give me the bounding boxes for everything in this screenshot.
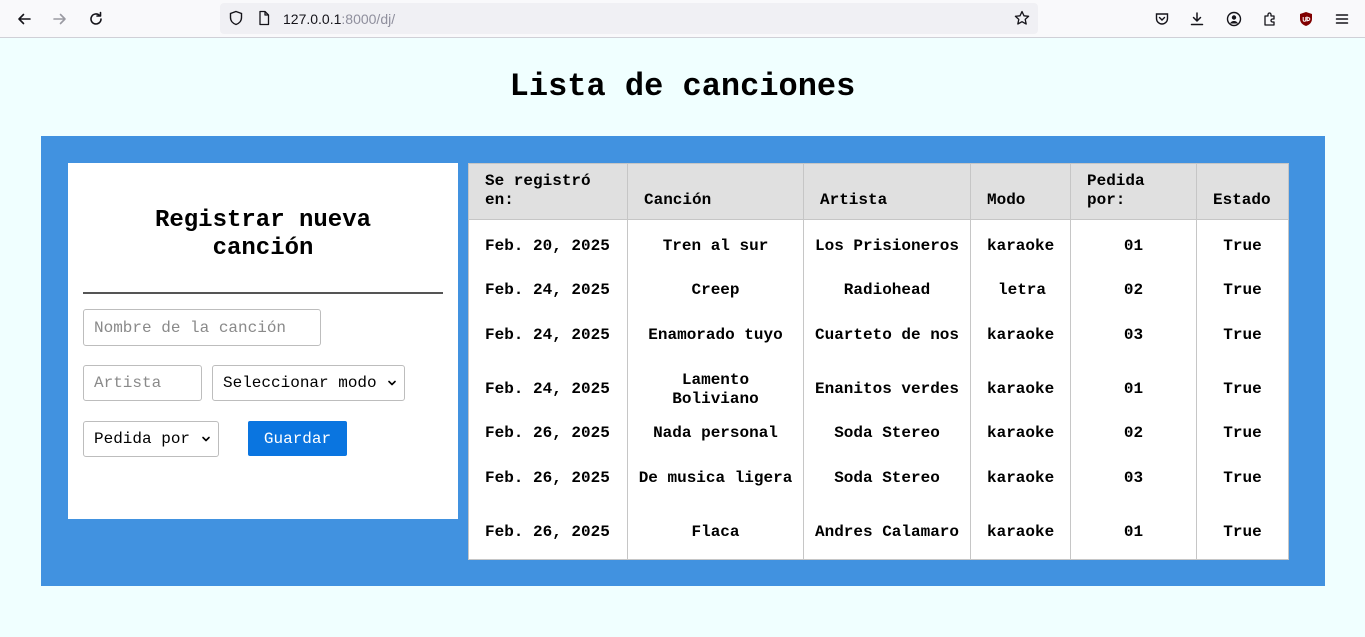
songs-table: Se registró en: Canción Artista Modo Ped… [468,163,1289,560]
page-icon[interactable] [256,10,272,26]
cell-song: Lamento Boliviano [627,362,804,417]
songs-table-wrapper: Se registró en: Canción Artista Modo Ped… [468,163,1289,560]
cell-requested-by: 02 [1070,416,1197,451]
cell-song: Tren al sur [627,219,804,273]
pocket-icon[interactable] [1148,5,1176,33]
requested-by-select-value: Pedida por [94,430,191,448]
cell-status: True [1196,416,1289,451]
cell-mode: letra [970,272,1071,308]
account-icon[interactable] [1220,5,1248,33]
cell-requested-by: 01 [1070,505,1197,560]
song-name-input[interactable] [83,309,321,346]
url-path: :8000/dj/ [341,11,396,27]
form-title-text: Registrar nueva canción [154,207,372,262]
url-host: 127.0.0.1 [283,11,342,27]
cell-mode: karaoke [970,219,1071,273]
requested-by-select[interactable]: Pedida por [83,421,219,457]
mode-select[interactable]: Seleccionar modo [212,365,405,401]
column-header-song: Canción [627,163,804,220]
forward-icon[interactable] [46,5,74,33]
page-title: Lista de canciones [509,68,856,105]
chevron-down-icon [388,380,396,386]
cell-date: Feb. 24, 2025 [468,362,628,417]
address-bar[interactable]: 127.0.0.1:8000/dj/ [220,3,1038,34]
cell-status: True [1196,219,1289,273]
column-header-requested-by: Pedida por: [1070,163,1197,220]
cell-date: Feb. 26, 2025 [468,416,628,451]
table-row: Feb. 26, 2025 Flaca Andres Calamaro kara… [468,505,1289,560]
cell-mode: karaoke [970,362,1071,417]
reload-icon[interactable] [82,5,110,33]
browser-toolbar: 127.0.0.1:8000/dj/ [0,0,1365,38]
cell-requested-by: 03 [1070,450,1197,506]
cell-status: True [1196,272,1289,308]
cell-artist: Radiohead [803,272,971,308]
cell-date: Feb. 20, 2025 [468,219,628,273]
bookmark-star-icon[interactable] [1014,10,1030,26]
cell-requested-by: 01 [1070,362,1197,417]
save-button[interactable]: Guardar [248,421,347,456]
shield-icon[interactable] [228,10,244,26]
cell-requested-by: 01 [1070,219,1197,273]
cell-song: De musica ligera [627,450,804,506]
cell-status: True [1196,362,1289,417]
table-row: Feb. 24, 2025 Creep Radiohead letra 02 T… [468,272,1289,308]
back-icon[interactable] [10,5,38,33]
extensions-icon[interactable] [1256,5,1284,33]
cell-status: True [1196,505,1289,560]
cell-status: True [1196,450,1289,506]
cell-artist: Soda Stereo [803,416,971,451]
artist-input[interactable] [83,365,202,401]
table-row: Feb. 24, 2025 Lamento Boliviano Enanitos… [468,362,1289,417]
cell-artist: Enanitos verdes [803,362,971,417]
column-header-registered: Se registró en: [468,163,628,220]
cell-mode: karaoke [970,505,1071,560]
cell-mode: karaoke [970,307,1071,363]
cell-song: Nada personal [627,416,804,451]
column-header-mode: Modo [970,163,1071,220]
cell-date: Feb. 24, 2025 [468,307,628,363]
ublock-icon[interactable] [1292,5,1320,33]
cell-song: Flaca [627,505,804,560]
cell-date: Feb. 26, 2025 [468,505,628,560]
cell-date: Feb. 24, 2025 [468,272,628,308]
download-icon[interactable] [1183,5,1211,33]
form-title: Registrar nueva canción [68,207,458,263]
table-row: Feb. 24, 2025 Enamorado tuyo Cuarteto de… [468,307,1289,363]
cell-status: True [1196,307,1289,363]
table-header-row: Se registró en: Canción Artista Modo Ped… [468,163,1289,220]
column-header-status: Estado [1196,163,1289,220]
cell-artist: Soda Stereo [803,450,971,506]
cell-song: Creep [627,272,804,308]
menu-icon[interactable] [1328,5,1356,33]
column-header-artist: Artista [803,163,971,220]
table-row: Feb. 26, 2025 De musica ligera Soda Ster… [468,450,1289,506]
cell-date: Feb. 26, 2025 [468,450,628,506]
cell-requested-by: 02 [1070,272,1197,308]
cell-artist: Los Prisioneros [803,219,971,273]
register-form: Registrar nueva canción Seleccionar modo… [68,163,458,519]
cell-mode: karaoke [970,450,1071,506]
table-row: Feb. 26, 2025 Nada personal Soda Stereo … [468,416,1289,451]
mode-select-value: Seleccionar modo [223,374,377,392]
cell-requested-by: 03 [1070,307,1197,363]
cell-song: Enamorado tuyo [627,307,804,363]
table-row: Feb. 20, 2025 Tren al sur Los Prisionero… [468,219,1289,273]
cell-artist: Andres Calamaro [803,505,971,560]
cell-mode: karaoke [970,416,1071,451]
chevron-down-icon [202,436,210,442]
form-divider [83,292,443,294]
cell-artist: Cuarteto de nos [803,307,971,363]
url-text[interactable]: 127.0.0.1:8000/dj/ [283,11,395,27]
